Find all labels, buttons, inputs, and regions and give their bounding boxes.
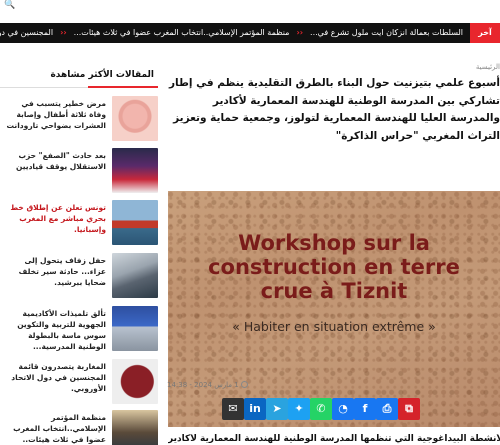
heading-accent-bar xyxy=(88,86,158,88)
telegram-icon[interactable]: ➤ xyxy=(266,398,288,420)
article-thumbnail[interactable] xyxy=(112,200,158,245)
whatsapp-icon[interactable]: ✆ xyxy=(310,398,332,420)
print-icon[interactable]: ⎙ xyxy=(376,398,398,420)
article-thumbnail[interactable] xyxy=(112,359,158,404)
image-subheading: « Habiter en situation extrême » xyxy=(232,319,436,334)
email-icon[interactable]: ✉ xyxy=(222,398,244,420)
sidebar-heading: المقالات الأكثر مشاهدة xyxy=(0,64,158,88)
sidebar-article[interactable]: المغاربة يتصدرون قائمة المجنسين في دول ا… xyxy=(0,359,158,409)
sidebar-article[interactable]: تألق تلميذات الأكاديمية الجهوية للتربية … xyxy=(0,306,158,356)
image-heading-line: crue à Tiznit xyxy=(260,279,408,303)
article-thumbnail[interactable] xyxy=(112,306,158,351)
news-ticker: آخر الأخبار السلطات بعمالة انزكان ايت مل… xyxy=(0,23,500,43)
ticker-separator-icon: ‹‹ xyxy=(60,28,67,37)
sidebar-article[interactable]: تونس تعلن عن إطلاق خط بحري مباشر مع المغ… xyxy=(0,200,158,250)
sidebar-article[interactable]: منظمة المؤتمر الإسلامي..انتخاب المغرب عض… xyxy=(0,410,158,445)
ticker-label: آخر الأخبار xyxy=(470,23,500,43)
sidebar-article[interactable]: حفل زفاف يتحول إلى عزاء... حادثة سير تخل… xyxy=(0,253,158,303)
copy-icon[interactable]: ⧉ xyxy=(398,398,420,420)
sidebar-article-title[interactable]: المغاربة يتصدرون قائمة المجنسين في دول ا… xyxy=(4,361,106,394)
ticker-item[interactable]: منظمة المؤتمر الإسلامي..انتخاب المغرب عض… xyxy=(71,23,293,43)
article-thumbnail[interactable] xyxy=(112,253,158,298)
sidebar-most-viewed: المقالات الأكثر مشاهدة مرض خطير يتسبب في… xyxy=(0,64,158,445)
breadcrumb[interactable]: الرئيسية xyxy=(476,63,500,71)
linkedin-icon[interactable]: in xyxy=(244,398,266,420)
sidebar-article[interactable]: مرض خطير يتسبب في وفاة ثلاثة أطفال وإصاب… xyxy=(0,96,158,146)
ticker-separator-icon: ‹‹ xyxy=(296,28,304,37)
sidebar-article[interactable]: بعد حادث "الصفع" حزب الاستقلال يوقف قياد… xyxy=(0,148,158,198)
article-thumbnail[interactable] xyxy=(112,96,158,141)
sidebar-article-title[interactable]: منظمة المؤتمر الإسلامي..انتخاب المغرب عض… xyxy=(4,412,106,445)
sidebar-article-title[interactable]: مرض خطير يتسبب في وفاة ثلاثة أطفال وإصاب… xyxy=(4,98,106,131)
article-thumbnail[interactable] xyxy=(112,410,158,445)
article-intro: في إطار الأنشطة البيداغوجية التي تنظمها … xyxy=(168,434,500,444)
article-date: 1 مارس 2024 - 14:38 xyxy=(167,381,248,389)
article-image: Workshop sur la construction en terre cr… xyxy=(168,191,500,427)
top-bar: 🔍 xyxy=(0,0,500,12)
ticker-item[interactable]: السلطات بعمالة انزكان ايت ملول تشرع في..… xyxy=(307,23,466,43)
sidebar-article-title[interactable]: حفل زفاف يتحول إلى عزاء... حادثة سير تخل… xyxy=(4,255,106,288)
sidebar-article-title[interactable]: تألق تلميذات الأكاديمية الجهوية للتربية … xyxy=(4,308,106,352)
clock-icon xyxy=(240,381,248,388)
facebook-icon[interactable]: f xyxy=(354,398,376,420)
sidebar-article-title[interactable]: تونس تعلن عن إطلاق خط بحري مباشر مع المغ… xyxy=(4,202,106,235)
image-heading-line: Workshop sur la xyxy=(238,231,430,255)
article-title: أسبوع علمي بتيزنيت حول البناء بالطرق الت… xyxy=(168,77,500,142)
twitter-icon[interactable]: ✦ xyxy=(288,398,310,420)
search-icon[interactable]: 🔍 xyxy=(4,0,15,10)
sidebar-article-title[interactable]: بعد حادث "الصفع" حزب الاستقلال يوقف قياد… xyxy=(4,150,106,172)
ticker-items: السلطات بعمالة انزكان ايت ملول تشرع في..… xyxy=(0,23,466,43)
article-thumbnail[interactable] xyxy=(112,148,158,193)
image-heading-line: construction en terre xyxy=(208,255,460,279)
sidebar-heading-text: المقالات الأكثر مشاهدة xyxy=(50,70,154,80)
ticker-item[interactable]: المجنسين في دول الاتحاد الأوروبي xyxy=(0,23,56,43)
messenger-icon[interactable]: ◔ xyxy=(332,398,354,420)
